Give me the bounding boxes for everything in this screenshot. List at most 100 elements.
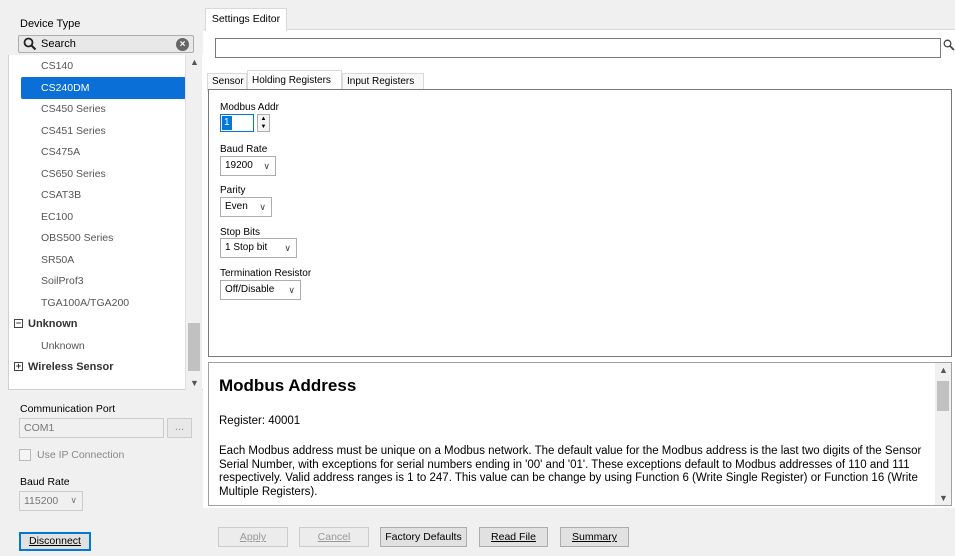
chevron-down-icon: ∨ bbox=[284, 243, 291, 253]
collapse-icon[interactable]: − bbox=[14, 319, 23, 328]
apply-label: Apply bbox=[239, 531, 267, 543]
search-placeholder: Search bbox=[41, 38, 76, 50]
chevron-down-icon: ∨ bbox=[70, 495, 77, 505]
settings-panel: Settings Editor Sensor Holding Registers… bbox=[203, 0, 955, 556]
action-bar: Apply Cancel Factory Defaults Read File … bbox=[203, 508, 955, 556]
parity-combo[interactable]: Even ∨ bbox=[220, 197, 272, 217]
tree-item[interactable]: CS650 Series bbox=[9, 163, 185, 185]
spin-up-icon[interactable]: ▲ bbox=[258, 115, 269, 123]
baud-rate-combo[interactable]: 19200 ∨ bbox=[220, 156, 276, 176]
baud-rate-select[interactable]: 115200 ∨ bbox=[19, 491, 83, 511]
clear-search-icon[interactable]: × bbox=[176, 38, 189, 51]
use-ip-checkbox[interactable] bbox=[19, 449, 31, 461]
tree-item-label: SR50A bbox=[41, 253, 75, 266]
chevron-down-icon: ∨ bbox=[263, 161, 270, 171]
tree-item-label: CSAT3B bbox=[41, 189, 82, 201]
factory-defaults-label: Factory Defaults bbox=[385, 531, 462, 543]
tree-item-label: TGA100A/TGA200 bbox=[41, 296, 130, 309]
apply-button[interactable]: Apply bbox=[218, 527, 288, 547]
tree-group[interactable]: − Unknown bbox=[9, 313, 185, 335]
cancel-button[interactable]: Cancel bbox=[299, 527, 369, 547]
tree-item-label: CS475A bbox=[41, 146, 81, 158]
termination-label: Termination Resistor bbox=[220, 268, 312, 279]
scroll-thumb[interactable] bbox=[937, 381, 949, 411]
tree-item[interactable]: CSAT3B bbox=[9, 184, 185, 206]
scroll-up-icon[interactable]: ▲ bbox=[939, 365, 948, 375]
parity-label: Parity bbox=[220, 185, 246, 196]
scroll-up-icon[interactable]: ▲ bbox=[190, 57, 199, 67]
tree-item[interactable]: CS475A bbox=[9, 141, 185, 163]
help-title: Modbus Address bbox=[219, 376, 357, 395]
cancel-label: Cancel bbox=[317, 531, 351, 543]
modbus-addr-stepper[interactable]: ▲ ▼ bbox=[257, 114, 270, 132]
help-scrollbar[interactable]: ▲ ▼ bbox=[935, 363, 951, 505]
tree-item-label: CS650 Series bbox=[41, 167, 106, 180]
baud-rate-field-label: Baud Rate bbox=[220, 144, 268, 155]
device-tree-scrollbar[interactable]: ▲ ▼ bbox=[185, 55, 202, 390]
baud-rate-label: Baud Rate bbox=[20, 476, 70, 488]
help-description: Each Modbus address must be unique on a … bbox=[219, 445, 922, 498]
device-tree: CS140 CS240DM CS450 Series CS451 Series CS47… bbox=[8, 55, 203, 390]
tree-item-label: CS140 bbox=[41, 60, 74, 72]
summary-label: Summary bbox=[572, 531, 617, 543]
device-panel: Device Type Search × CS140 CS240DM CS450 S… bbox=[0, 0, 203, 556]
tree-item-label: EC100 bbox=[41, 210, 74, 223]
tree-item-label: CS451 Series bbox=[41, 124, 106, 137]
tree-item[interactable]: CS240DM bbox=[21, 76, 186, 99]
use-ip-label: Use IP Connection bbox=[37, 449, 125, 461]
tree-item[interactable]: EC100 bbox=[9, 206, 185, 228]
chevron-down-icon: ∨ bbox=[288, 285, 295, 295]
help-register: Register: 40001 bbox=[219, 415, 301, 427]
parity-value: Even bbox=[225, 201, 248, 212]
setting-filter-input[interactable] bbox=[215, 38, 941, 58]
termination-value: Off/Disable bbox=[225, 284, 275, 295]
tab-holding-registers[interactable]: Holding Registers bbox=[247, 70, 342, 91]
scroll-down-icon[interactable]: ▼ bbox=[190, 378, 199, 388]
settings-tabbar: Settings Editor bbox=[203, 0, 955, 31]
tree-item[interactable]: CS140 bbox=[9, 55, 185, 77]
scroll-thumb[interactable] bbox=[188, 323, 200, 371]
modbus-addr-input[interactable]: 1 bbox=[220, 114, 254, 132]
termination-combo[interactable]: Off/Disable ∨ bbox=[220, 280, 301, 300]
holding-registers-panel: Modbus Addr 1 ▲ ▼ Baud Rate 19200 ∨ Pari… bbox=[208, 89, 952, 357]
tree-item-label: OBS500 Series bbox=[41, 232, 114, 244]
scroll-down-icon[interactable]: ▼ bbox=[939, 493, 948, 503]
tree-item-label: Unknown bbox=[41, 339, 85, 352]
tree-item[interactable]: SR50A bbox=[9, 249, 185, 271]
modbus-addr-value: 1 bbox=[222, 116, 232, 130]
tree-item-label: CS450 Series bbox=[41, 103, 106, 115]
tree-item[interactable]: CS450 Series bbox=[9, 98, 185, 120]
search-input[interactable]: Search × bbox=[18, 35, 194, 53]
stop-bits-combo[interactable]: 1 Stop bit ∨ bbox=[220, 238, 297, 258]
tree-item-label: Wireless Sensor bbox=[28, 361, 114, 373]
tree-item-label: SoilProf3 bbox=[41, 275, 84, 287]
disconnect-label: Disconnect bbox=[29, 535, 81, 547]
tree-item[interactable]: CS451 Series bbox=[9, 120, 185, 142]
read-file-label: Read File bbox=[491, 531, 536, 543]
comm-port-field[interactable]: COM1 bbox=[19, 418, 164, 438]
browse-port-button[interactable]: ... bbox=[167, 418, 192, 438]
device-type-label: Device Type bbox=[20, 18, 81, 30]
summary-button[interactable]: Summary bbox=[560, 527, 629, 547]
tab-settings-editor[interactable]: Settings Editor bbox=[205, 8, 287, 31]
factory-defaults-button[interactable]: Factory Defaults bbox=[380, 527, 467, 547]
read-file-button[interactable]: Read File bbox=[479, 527, 548, 547]
tree-item-label: CS240DM bbox=[41, 81, 90, 94]
disconnect-button[interactable]: Disconnect bbox=[19, 532, 91, 551]
tree-item[interactable]: SoilProf3 bbox=[9, 270, 185, 292]
tree-item[interactable]: TGA100A/TGA200 bbox=[9, 292, 185, 314]
expand-icon[interactable]: + bbox=[14, 362, 23, 371]
chevron-down-icon: ∨ bbox=[259, 202, 266, 212]
search-icon bbox=[23, 37, 37, 54]
tree-group[interactable]: + Wireless Sensor bbox=[9, 356, 185, 378]
tree-item[interactable]: Unknown bbox=[9, 335, 185, 357]
tree-item-label: Unknown bbox=[28, 318, 78, 330]
search-icon[interactable] bbox=[943, 39, 955, 54]
spin-down-icon[interactable]: ▼ bbox=[258, 123, 269, 131]
stop-bits-value: 1 Stop bit bbox=[225, 242, 268, 253]
comm-port-label: Communication Port bbox=[20, 403, 116, 415]
stop-bits-label: Stop Bits bbox=[220, 227, 261, 238]
help-panel: Modbus Address Register: 40001 Each Modb… bbox=[208, 362, 952, 506]
modbus-addr-label: Modbus Addr bbox=[220, 102, 279, 113]
tree-item[interactable]: OBS500 Series bbox=[9, 227, 185, 249]
